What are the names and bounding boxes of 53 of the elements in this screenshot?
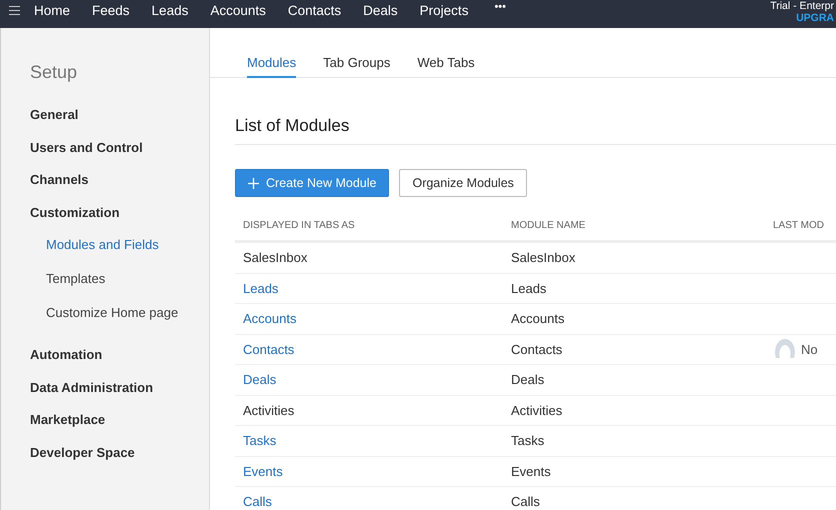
nav-link[interactable]: Home [34,2,70,18]
upgrade-link[interactable]: UPGRA [770,12,834,24]
sidebar-item[interactable]: Users and Control [30,140,143,172]
nav-link[interactable]: Contacts [288,2,342,18]
table-cell: Contacts [511,342,562,357]
page-heading: List of Modules [235,78,836,145]
sidebar-item[interactable]: Customization [30,204,120,237]
table-cell: Deals [511,372,544,388]
module-link[interactable]: Events [243,464,283,479]
nav-link[interactable]: Deals [363,2,398,18]
sidebar-item[interactable]: Data Administration [30,380,154,412]
module-link[interactable]: Leads [243,280,278,296]
column-header: DISPLAYED IN TABS AS [243,220,355,231]
sidebar-item[interactable]: Customize Home page [46,305,178,339]
sidebar-item[interactable]: Automation [30,347,102,380]
nav-link[interactable]: Accounts [210,2,266,18]
column-header: LAST MOD [773,220,824,231]
table-cell: Accounts [511,311,564,326]
table-cell: Events [511,464,551,479]
sidebar-title: Setup [30,62,78,83]
tab[interactable]: Tab Groups [323,28,390,78]
module-link[interactable]: Calls [243,494,272,510]
table-cell: Leads [511,280,546,296]
plus-icon [248,178,259,188]
tab[interactable]: Web Tabs [417,28,475,78]
plan-label: Trial - Enterpr [770,0,834,12]
sidebar-item[interactable]: Templates [46,271,106,305]
sidebar-item[interactable]: Developer Space [30,444,135,477]
module-link[interactable]: Accounts [243,311,296,326]
module-link[interactable]: Tasks [243,433,276,448]
module-link[interactable]: Contacts [243,342,294,357]
create-module-button[interactable]: Create New Module [235,169,390,197]
menu-icon[interactable] [9,6,20,14]
tab[interactable]: Modules [247,28,296,78]
table-cell: SalesInbox [243,250,308,266]
sidebar-item[interactable]: Marketplace [30,412,106,444]
table-cell: Activities [511,402,562,418]
sidebar-item[interactable]: General [30,107,78,140]
sidebar-item[interactable]: Modules and Fields [46,237,159,271]
table-cell: Activities [243,402,294,418]
table-cell: Calls [511,494,540,510]
organize-modules-button[interactable]: Organize Modules [399,169,527,197]
table-cell: No [801,342,818,357]
nav-link[interactable]: Projects [420,2,468,18]
nav-link[interactable]: Feeds [92,2,130,18]
more-menu[interactable]: ••• [494,1,506,13]
table-cell: SalesInbox [511,250,576,266]
nav-link[interactable]: Leads [152,2,188,18]
sidebar-item[interactable]: Channels [30,172,89,204]
column-header: MODULE NAME [511,220,586,231]
module-link[interactable]: Deals [243,372,276,388]
table-cell: Tasks [511,433,544,448]
avatar-icon [773,338,797,360]
